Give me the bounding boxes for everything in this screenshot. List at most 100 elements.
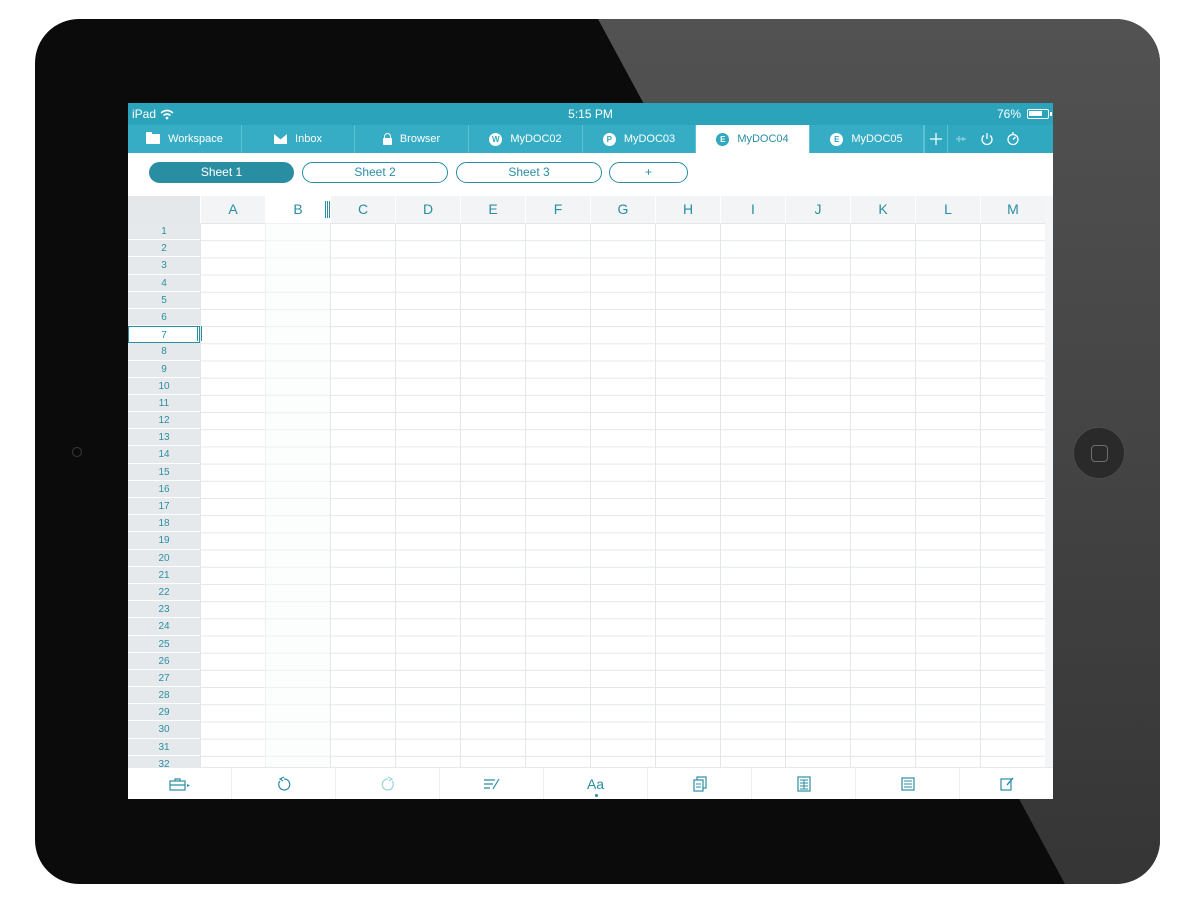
row-header-30[interactable]: 30 — [128, 721, 200, 739]
edit-button[interactable] — [960, 768, 1053, 799]
row-header-3[interactable]: 3 — [128, 257, 200, 275]
add-sheet-button[interactable]: + — [609, 162, 688, 183]
row-header-11[interactable]: 11 — [128, 395, 200, 413]
table-button[interactable] — [752, 768, 856, 799]
row-header-22[interactable]: 22 — [128, 584, 200, 602]
format-icon — [483, 778, 500, 790]
tab-label: MyDOC04 — [737, 133, 789, 145]
tab-mydoc05[interactable]: E MyDOC05 — [810, 125, 924, 153]
tab-label: MyDOC02 — [510, 133, 562, 145]
row-header-16[interactable]: 16 — [128, 481, 200, 498]
tab-label: MyDOC05 — [851, 133, 903, 145]
row-header-14[interactable]: 14 — [128, 446, 200, 464]
row-header-2[interactable]: 2 — [128, 240, 200, 258]
tab-inbox[interactable]: Inbox — [242, 125, 355, 153]
row-resize-handle[interactable] — [197, 326, 202, 341]
row-header-24[interactable]: 24 — [128, 618, 200, 636]
copy-icon — [692, 776, 707, 792]
table-icon — [796, 776, 811, 792]
column-header-a[interactable]: A — [200, 196, 265, 223]
home-square-icon — [1091, 445, 1108, 462]
row-header-23[interactable]: 23 — [128, 601, 200, 619]
tab-browser[interactable]: Browser — [355, 125, 469, 153]
toolbox-icon — [168, 778, 190, 791]
row-header-6[interactable]: 6 — [128, 309, 200, 327]
power-button[interactable] — [974, 125, 1000, 153]
battery-percent: 76% — [996, 107, 1021, 121]
undo-button[interactable] — [232, 768, 336, 799]
row-header-20[interactable]: 20 — [128, 550, 200, 567]
timer-button[interactable] — [1000, 125, 1026, 153]
spreadsheet-doc-icon: E — [716, 132, 730, 146]
pin-button[interactable] — [948, 125, 974, 153]
row-header-1[interactable]: 1 — [128, 223, 200, 241]
home-button[interactable] — [1073, 427, 1125, 479]
new-tab-button[interactable] — [924, 125, 948, 153]
column-header-b[interactable]: B — [265, 196, 330, 223]
tab-mydoc03[interactable]: P MyDOC03 — [583, 125, 696, 153]
format-button[interactable] — [440, 768, 544, 799]
row-header-13[interactable]: 13 — [128, 429, 200, 447]
row-header-18[interactable]: 18 — [128, 515, 200, 533]
column-header-d[interactable]: D — [395, 196, 460, 223]
pin-icon — [956, 136, 966, 142]
copy-button[interactable] — [648, 768, 752, 799]
sheet-tab-1[interactable]: Sheet 1 — [149, 162, 294, 183]
presentation-doc-icon: P — [602, 132, 616, 146]
mail-icon — [274, 134, 288, 144]
plus-icon — [930, 133, 942, 145]
column-header-l[interactable]: L — [915, 196, 980, 223]
font-icon: Aa — [586, 776, 605, 792]
row-header-5[interactable]: 5 — [128, 292, 200, 309]
row-header-28[interactable]: 28 — [128, 687, 200, 705]
column-header-c[interactable]: C — [330, 196, 395, 223]
column-header-g[interactable]: G — [590, 196, 655, 223]
column-header-f[interactable]: F — [525, 196, 590, 223]
column-header-row: ABCDEFGHIJKLM — [128, 196, 1053, 223]
sheet-tab-3[interactable]: Sheet 3 — [456, 162, 602, 183]
row-header-7[interactable]: 7 — [128, 326, 200, 344]
row-header-21[interactable]: 21 — [128, 567, 200, 584]
row-header-17[interactable]: 17 — [128, 498, 200, 516]
redo-button[interactable] — [336, 768, 440, 799]
row-header-31[interactable]: 31 — [128, 739, 200, 756]
sheet-button[interactable] — [856, 768, 960, 799]
tab-mydoc02[interactable]: W MyDOC02 — [469, 125, 583, 153]
row-header-25[interactable]: 25 — [128, 636, 200, 653]
toolbox-button[interactable] — [128, 768, 232, 799]
sheet-tab-2[interactable]: Sheet 2 — [302, 162, 448, 183]
document-tab-bar: Workspace Inbox Browser W MyDOC02 P MyDO… — [128, 125, 1053, 153]
row-header-19[interactable]: 19 — [128, 532, 200, 550]
camera — [72, 447, 82, 457]
row-header-10[interactable]: 10 — [128, 378, 200, 395]
row-header-27[interactable]: 27 — [128, 670, 200, 688]
column-header-i[interactable]: I — [720, 196, 785, 223]
cell-area[interactable] — [200, 223, 1045, 767]
row-header-4[interactable]: 4 — [128, 275, 200, 292]
tab-label: Inbox — [295, 133, 322, 145]
active-indicator — [594, 794, 598, 797]
lock-icon — [382, 133, 392, 145]
row-header-8[interactable]: 8 — [128, 343, 200, 361]
tab-workspace[interactable]: Workspace — [128, 125, 242, 153]
tab-mydoc04[interactable]: E MyDOC04 — [696, 125, 810, 153]
column-header-m[interactable]: M — [980, 196, 1045, 223]
column-resize-handle[interactable] — [325, 201, 330, 218]
column-header-e[interactable]: E — [460, 196, 525, 223]
row-header-9[interactable]: 9 — [128, 361, 200, 378]
select-all-corner[interactable] — [128, 196, 200, 223]
vertical-scrollbar[interactable] — [1045, 196, 1053, 767]
tab-label: Browser — [399, 133, 441, 145]
edit-icon — [999, 777, 1014, 791]
column-header-h[interactable]: H — [655, 196, 720, 223]
redo-icon — [381, 776, 394, 791]
row-header-32[interactable]: 32 — [128, 756, 200, 767]
row-header-15[interactable]: 15 — [128, 464, 200, 481]
row-header-26[interactable]: 26 — [128, 653, 200, 670]
row-header-29[interactable]: 29 — [128, 704, 200, 722]
row-header-12[interactable]: 12 — [128, 412, 200, 430]
column-header-j[interactable]: J — [785, 196, 850, 223]
font-button[interactable]: Aa — [544, 768, 648, 799]
column-header-k[interactable]: K — [850, 196, 915, 223]
folder-icon — [146, 132, 161, 144]
